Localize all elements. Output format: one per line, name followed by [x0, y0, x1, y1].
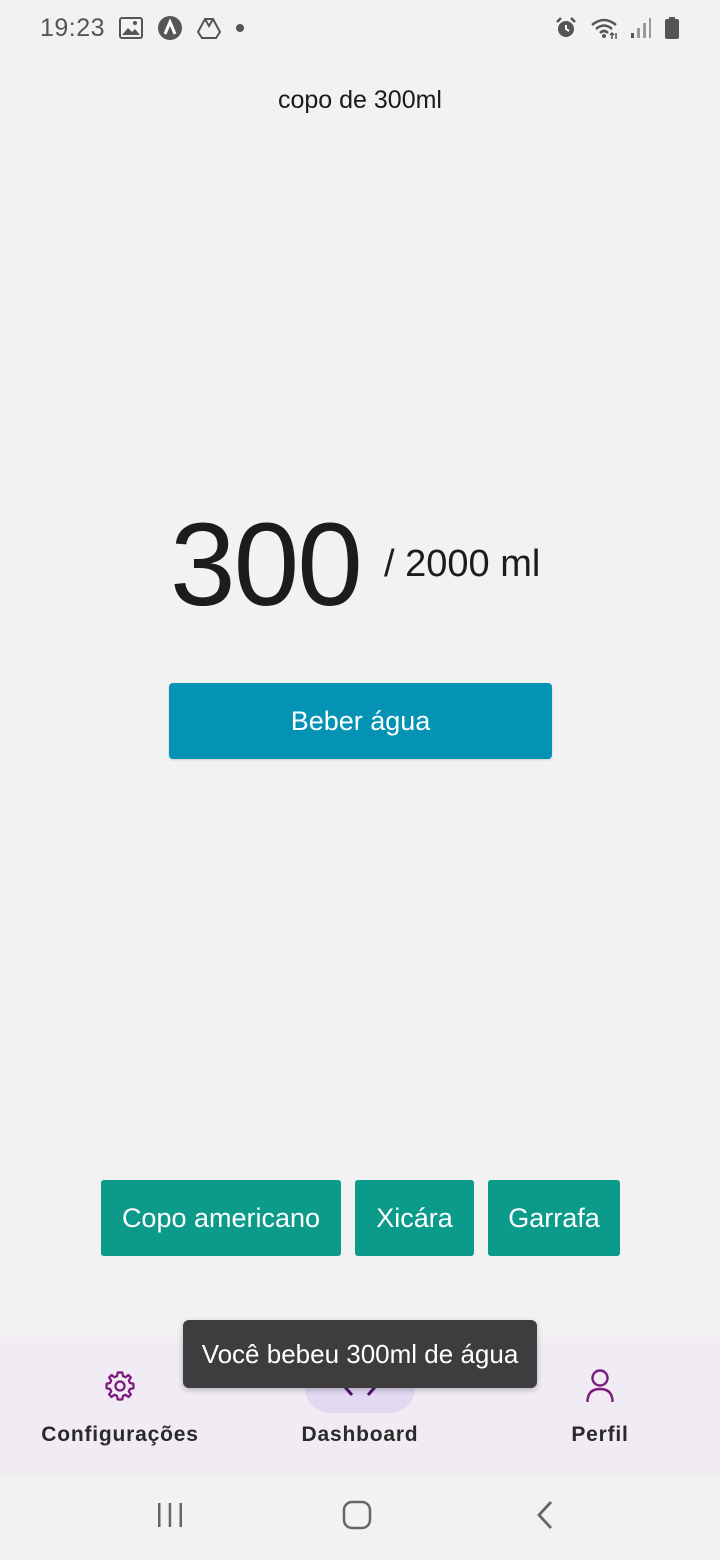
gear-icon [103, 1369, 137, 1408]
cup-size-options: Copo americano Xicára Garrafa [0, 1180, 720, 1256]
person-icon [585, 1368, 615, 1409]
home-button[interactable] [297, 1475, 417, 1560]
garrafa-button[interactable]: Garrafa [488, 1180, 620, 1256]
alarm-icon [554, 16, 578, 40]
nav-label-configuracoes: Configurações [41, 1423, 199, 1446]
image-icon [119, 17, 144, 39]
signal-icon [630, 17, 652, 39]
copo-americano-button[interactable]: Copo americano [101, 1180, 341, 1256]
nav-label-perfil: Perfil [571, 1423, 629, 1446]
current-amount: 300 [170, 499, 363, 631]
recent-apps-button[interactable] [110, 1475, 230, 1560]
xicara-button[interactable]: Xicára [355, 1180, 474, 1256]
battery-icon [664, 16, 680, 40]
nav-icon-container [545, 1363, 655, 1413]
back-icon [535, 1499, 555, 1536]
dot-icon [235, 23, 245, 33]
water-counter: 300 / 2000 ml [0, 505, 720, 625]
drink-water-button[interactable]: Beber água [169, 683, 552, 759]
status-right [554, 16, 680, 40]
glass-size-label: copo de 300ml [277, 86, 442, 114]
back-button[interactable] [485, 1475, 605, 1560]
status-left: 19:23 [40, 14, 245, 43]
home-icon [341, 1499, 373, 1536]
drive-icon [197, 17, 222, 39]
app-a-icon [157, 15, 183, 41]
nav-icon-container [65, 1363, 175, 1413]
recent-apps-icon [155, 1501, 185, 1534]
status-time: 19:23 [40, 13, 106, 42]
status-bar: 19:23 [0, 0, 720, 56]
system-navigation-bar [0, 1475, 720, 1560]
nav-label-dashboard: Dashboard [301, 1423, 419, 1446]
toast-message: Você bebeu 300ml de água [183, 1320, 537, 1388]
wifi-icon [590, 17, 618, 39]
goal-amount: / 2000 ml [384, 543, 541, 585]
